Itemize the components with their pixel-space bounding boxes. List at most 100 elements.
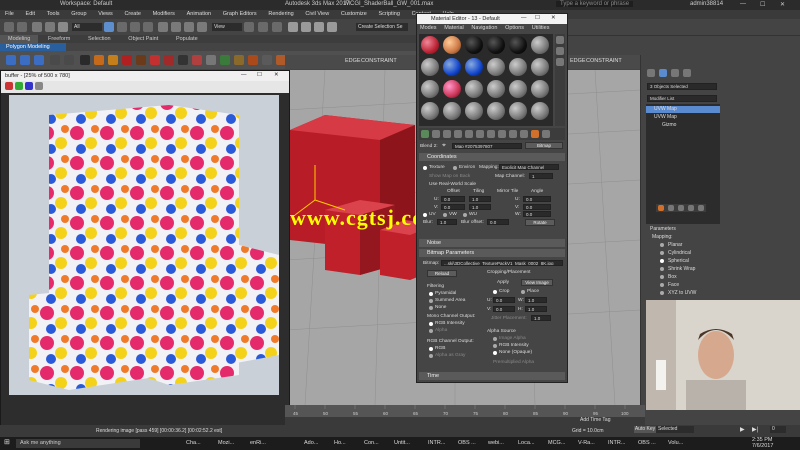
configure-modifier-sets-icon[interactable] bbox=[698, 205, 704, 211]
sample-slot-10[interactable] bbox=[487, 58, 505, 76]
sun-icon[interactable] bbox=[108, 55, 118, 65]
close-icon[interactable]: ✕ bbox=[780, 1, 785, 8]
crop-h-field[interactable]: 1.0 bbox=[525, 306, 547, 312]
texture-radio[interactable] bbox=[423, 166, 427, 170]
me-menu-modes[interactable]: Modes bbox=[417, 24, 440, 33]
background-icon[interactable] bbox=[556, 58, 564, 66]
map-channel-field[interactable]: 1 bbox=[529, 173, 553, 179]
sample-slot-6[interactable] bbox=[531, 36, 549, 54]
sample-slot-2[interactable] bbox=[443, 36, 461, 54]
menu-edit[interactable]: Edit bbox=[21, 10, 40, 19]
reload-button[interactable]: Reload bbox=[427, 270, 457, 277]
eyedropper-icon[interactable]: ⌖ bbox=[442, 142, 446, 150]
bitmap-path-button[interactable]: ...ski\3DCollective_TexturePackV1_Mask_0… bbox=[441, 260, 563, 266]
sample-slot-13[interactable] bbox=[421, 80, 439, 98]
vray-physical-camera-icon[interactable] bbox=[262, 55, 272, 65]
ribbon-tab-selection[interactable]: Selection bbox=[80, 35, 119, 43]
hierarchy-tab-icon[interactable] bbox=[671, 69, 679, 77]
time-rollout[interactable]: Time bbox=[419, 372, 565, 380]
selected-dropdown[interactable]: Selected bbox=[656, 426, 694, 433]
taskbar-app-16[interactable]: Volu... bbox=[668, 440, 683, 446]
alpha-channel-icon[interactable] bbox=[35, 82, 43, 90]
alpha-as-gray-radio[interactable] bbox=[429, 354, 433, 358]
modify-tab-icon[interactable] bbox=[659, 69, 667, 77]
sample-slot-17[interactable] bbox=[509, 80, 527, 98]
pick-material-icon[interactable] bbox=[542, 130, 550, 138]
modifier-list-dropdown[interactable]: Modifier List bbox=[647, 95, 717, 102]
me-menu-navigation[interactable]: Navigation bbox=[468, 24, 500, 33]
sample-slot-18[interactable] bbox=[531, 80, 549, 98]
unlink-icon[interactable] bbox=[45, 22, 55, 32]
offset-v-field[interactable]: 0.0 bbox=[441, 204, 465, 210]
sample-slot-1[interactable] bbox=[421, 36, 439, 54]
menu-tools[interactable]: Tools bbox=[42, 10, 65, 19]
coordinates-rollout[interactable]: Coordinates bbox=[419, 153, 565, 161]
edge-label[interactable]: EDGE bbox=[345, 58, 361, 64]
menu-graph-editors[interactable]: Graph Editors bbox=[218, 10, 262, 19]
mapping-spherical-radio[interactable] bbox=[660, 259, 664, 263]
percent-snap-icon[interactable] bbox=[314, 22, 324, 32]
go-to-parent-icon[interactable] bbox=[520, 130, 528, 138]
summed-area-radio[interactable] bbox=[429, 299, 433, 303]
sample-slot-16[interactable] bbox=[487, 80, 505, 98]
workspace-selector[interactable]: Workspace: Default bbox=[60, 1, 112, 7]
vw-radio[interactable] bbox=[443, 213, 447, 217]
rotate-icon[interactable] bbox=[171, 22, 181, 32]
next-frame-icon[interactable]: ▶| bbox=[752, 426, 758, 433]
taskbar-app-7[interactable]: Untit... bbox=[394, 440, 410, 446]
vray-light-mtl-icon[interactable] bbox=[164, 55, 174, 65]
red-channel-icon[interactable] bbox=[5, 82, 13, 90]
window-crossing-icon[interactable] bbox=[143, 22, 153, 32]
menu-scripting[interactable]: Scripting bbox=[374, 10, 405, 19]
rgb-radio[interactable] bbox=[429, 347, 433, 351]
get-material-icon[interactable] bbox=[421, 130, 429, 138]
vray-clipper-icon[interactable] bbox=[234, 55, 244, 65]
taskbar-app-14[interactable]: INTR... bbox=[608, 440, 625, 446]
link-icon[interactable] bbox=[32, 22, 42, 32]
mapping-xyz-uvw-radio[interactable] bbox=[660, 291, 664, 295]
me-minimize-icon[interactable]: — bbox=[521, 15, 527, 21]
stack-item-gizmo[interactable]: Gizmo bbox=[662, 122, 676, 128]
play-icon[interactable] bbox=[50, 55, 60, 65]
taskbar-app-6[interactable]: Con... bbox=[364, 440, 379, 446]
sample-slot-3[interactable] bbox=[465, 36, 483, 54]
mapping-face-radio[interactable] bbox=[660, 283, 664, 287]
jitter-placement-field[interactable]: 1.0 bbox=[531, 315, 551, 321]
mtl-wrapper-icon[interactable] bbox=[136, 55, 146, 65]
menu-group[interactable]: Group bbox=[66, 10, 91, 19]
frame-buffer-window[interactable]: buffer - [25% of 500 x 780] — ☐ ✕ bbox=[0, 70, 290, 427]
reference-coordinate-dropdown[interactable]: View bbox=[212, 23, 242, 31]
mapping-cylindrical-radio[interactable] bbox=[660, 251, 664, 255]
minimize-icon[interactable]: — bbox=[740, 1, 746, 7]
vray-fur-icon[interactable] bbox=[192, 55, 202, 65]
noise-rollout[interactable]: Noise bbox=[419, 239, 565, 247]
vray-proxy-icon[interactable] bbox=[178, 55, 188, 65]
sample-slot-7[interactable] bbox=[421, 58, 439, 76]
teapot-icon[interactable] bbox=[80, 55, 90, 65]
light-icon[interactable] bbox=[94, 55, 104, 65]
mono-alpha-radio[interactable] bbox=[429, 329, 433, 333]
pin-stack-icon[interactable] bbox=[658, 205, 664, 211]
material-id-icon[interactable] bbox=[487, 130, 495, 138]
menu-file[interactable]: File bbox=[0, 10, 19, 19]
material-editor-window[interactable]: Material Editor - 13 - Default — ☐ ✕ Mod… bbox=[416, 13, 568, 383]
make-unique-icon[interactable] bbox=[465, 130, 473, 138]
make-unique-stack-icon[interactable] bbox=[678, 205, 684, 211]
render-frame-icon[interactable] bbox=[20, 55, 30, 65]
real-world-scale-checkbox[interactable]: Use Real-World Scale bbox=[429, 182, 476, 187]
mapping-shrink-wrap-radio[interactable] bbox=[660, 267, 664, 271]
premultiplied-alpha-checkbox[interactable]: Premultiplied Alpha bbox=[493, 360, 534, 365]
me-menu-utilities[interactable]: Utilities bbox=[529, 24, 553, 33]
spinner-snap-icon[interactable] bbox=[327, 22, 337, 32]
auto-key-button[interactable]: Auto Key bbox=[634, 426, 656, 433]
named-selection-set-dropdown[interactable]: Create Selection Se bbox=[356, 23, 408, 31]
taskbar-app-12[interactable]: MCG... bbox=[548, 440, 565, 446]
assign-material-icon[interactable] bbox=[443, 130, 451, 138]
taskbar-app-10[interactable]: webi... bbox=[488, 440, 504, 446]
blur-offset-field[interactable]: 0.0 bbox=[487, 219, 509, 225]
select-object-icon[interactable] bbox=[104, 22, 114, 32]
show-end-result-stack-icon[interactable] bbox=[668, 205, 674, 211]
taskbar-app-13[interactable]: V-Ra... bbox=[578, 440, 595, 446]
menu-animation[interactable]: Animation bbox=[182, 10, 216, 19]
motion-tab-icon[interactable] bbox=[683, 69, 691, 77]
